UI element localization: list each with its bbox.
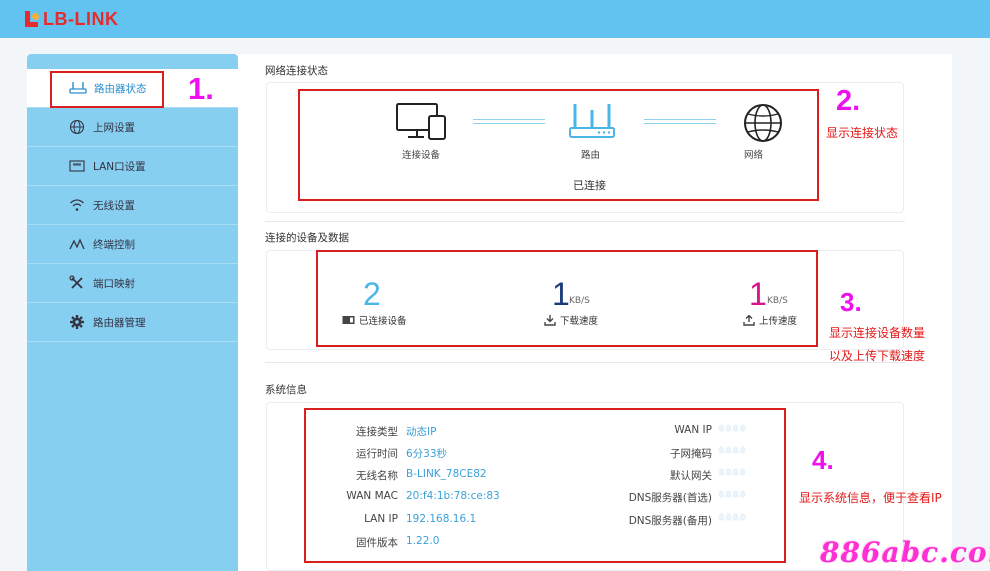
sidebar-item-router-management[interactable]: 路由器管理 <box>27 303 238 342</box>
sidebar: 路由器状态 上网设置 LAN口设置 无线设置 终端控制 端口映射 路由器管理 <box>27 54 238 571</box>
brand-logo[interactable]: LB-LINK <box>25 9 118 29</box>
globe-icon <box>68 118 86 136</box>
brand-name: LB-LINK <box>43 8 119 29</box>
annotation-box-1 <box>50 71 164 108</box>
devices-data-title: 连接的设备及数据 <box>265 232 349 244</box>
annotation-box-2 <box>298 89 819 201</box>
sidebar-item-port-mapping[interactable]: 端口映射 <box>27 264 238 303</box>
sidebar-item-label: LAN口设置 <box>93 160 146 173</box>
sidebar-item-label: 无线设置 <box>93 199 135 212</box>
logo-mark-icon <box>25 11 41 27</box>
watermark-text: 886abc.com <box>820 536 990 569</box>
annotation-number-1: 1. <box>188 71 214 106</box>
gear-icon <box>68 313 86 331</box>
section-divider <box>265 221 905 222</box>
annotation-text-4: 显示系统信息，便于查看IP <box>799 491 942 505</box>
sidebar-item-lan[interactable]: LAN口设置 <box>27 147 238 186</box>
network-status-title: 网络连接状态 <box>265 65 328 77</box>
sidebar-item-label: 上网设置 <box>93 121 135 134</box>
activity-icon <box>68 235 86 253</box>
tools-icon <box>68 274 86 292</box>
lan-port-icon <box>68 157 86 175</box>
sidebar-item-label: 端口映射 <box>93 277 135 290</box>
sidebar-item-label: 终端控制 <box>93 238 135 251</box>
sidebar-item-internet[interactable]: 上网设置 <box>27 108 238 147</box>
annotation-text-3b: 以及上传下载速度 <box>829 349 926 363</box>
annotation-text-3: 显示连接设备数量 <box>829 326 926 340</box>
section-divider <box>265 362 905 363</box>
sidebar-item-wireless[interactable]: 无线设置 <box>27 186 238 225</box>
annotation-number-4: 4. <box>812 445 834 475</box>
sidebar-item-terminal-control[interactable]: 终端控制 <box>27 225 238 264</box>
wifi-icon <box>68 196 86 214</box>
top-header-bar: LB-LINK <box>0 0 990 38</box>
annotation-box-4 <box>304 408 786 563</box>
annotation-text-2: 显示连接状态 <box>826 126 899 140</box>
annotation-number-2: 2. <box>836 85 861 117</box>
sidebar-item-label: 路由器管理 <box>93 316 146 329</box>
annotation-number-3: 3. <box>840 287 862 317</box>
system-info-title: 系统信息 <box>265 384 307 396</box>
annotation-box-3 <box>316 250 818 347</box>
